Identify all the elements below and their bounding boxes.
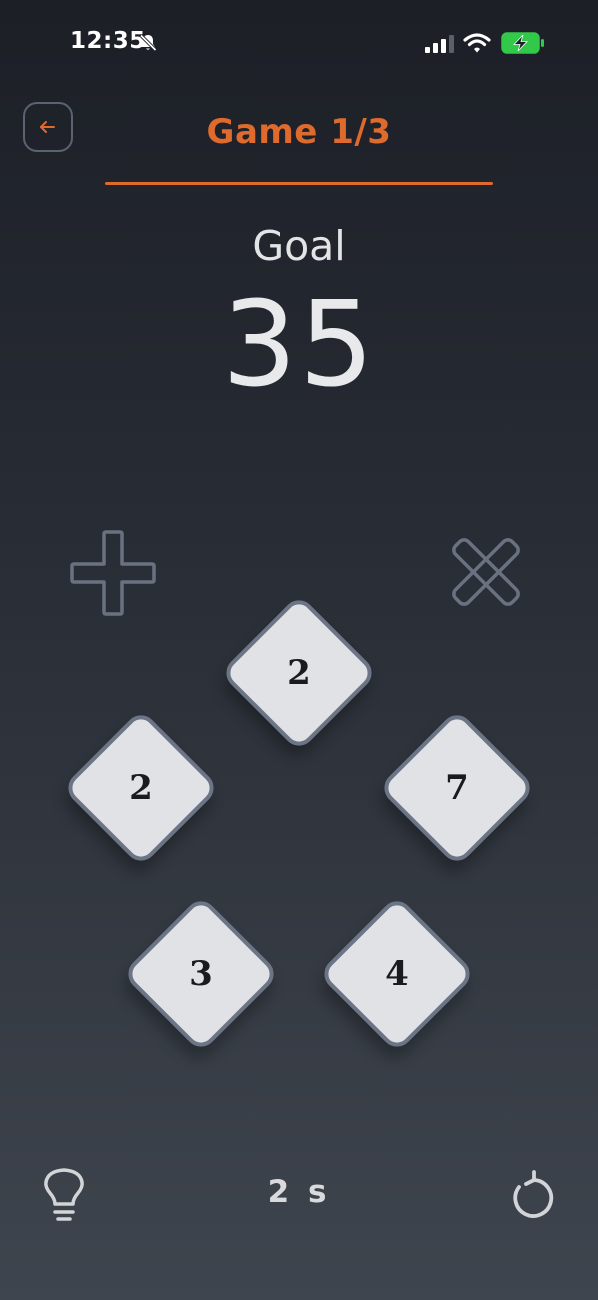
reset-button[interactable] — [510, 1170, 558, 1220]
tile-value: 2 — [287, 653, 311, 693]
number-tile[interactable]: 7 — [377, 708, 537, 868]
plus-operator-button[interactable] — [70, 530, 156, 616]
number-tile[interactable]: 3 — [121, 894, 281, 1054]
number-tile[interactable]: 2 — [61, 708, 221, 868]
tile-value: 3 — [189, 954, 213, 994]
plus-icon — [70, 530, 156, 616]
game-screen: 12:35 Game 1/3 Goal 35 2 2 7 3 4 2 s — [0, 0, 598, 1300]
number-tile[interactable]: 2 — [219, 593, 379, 753]
restart-icon — [513, 1170, 554, 1218]
title-divider — [105, 182, 493, 185]
multiply-operator-button[interactable] — [448, 536, 524, 608]
tile-value: 4 — [385, 954, 409, 994]
signal-icon — [425, 35, 454, 53]
tile-value: 7 — [445, 768, 469, 808]
bell-muted-icon — [139, 34, 157, 52]
status-time: 12:35 — [70, 28, 146, 54]
goal-label: Goal — [252, 222, 346, 270]
wifi-icon — [463, 33, 491, 53]
status-bar: 12:35 — [0, 0, 598, 90]
number-tile[interactable]: 4 — [317, 894, 477, 1054]
tile-value: 2 — [129, 768, 153, 808]
battery-charging-icon — [501, 32, 544, 54]
multiply-icon — [452, 538, 520, 606]
goal-value: 35 — [221, 275, 377, 413]
game-title: Game 1/3 — [206, 112, 392, 152]
timer: 2 s — [267, 1174, 331, 1210]
